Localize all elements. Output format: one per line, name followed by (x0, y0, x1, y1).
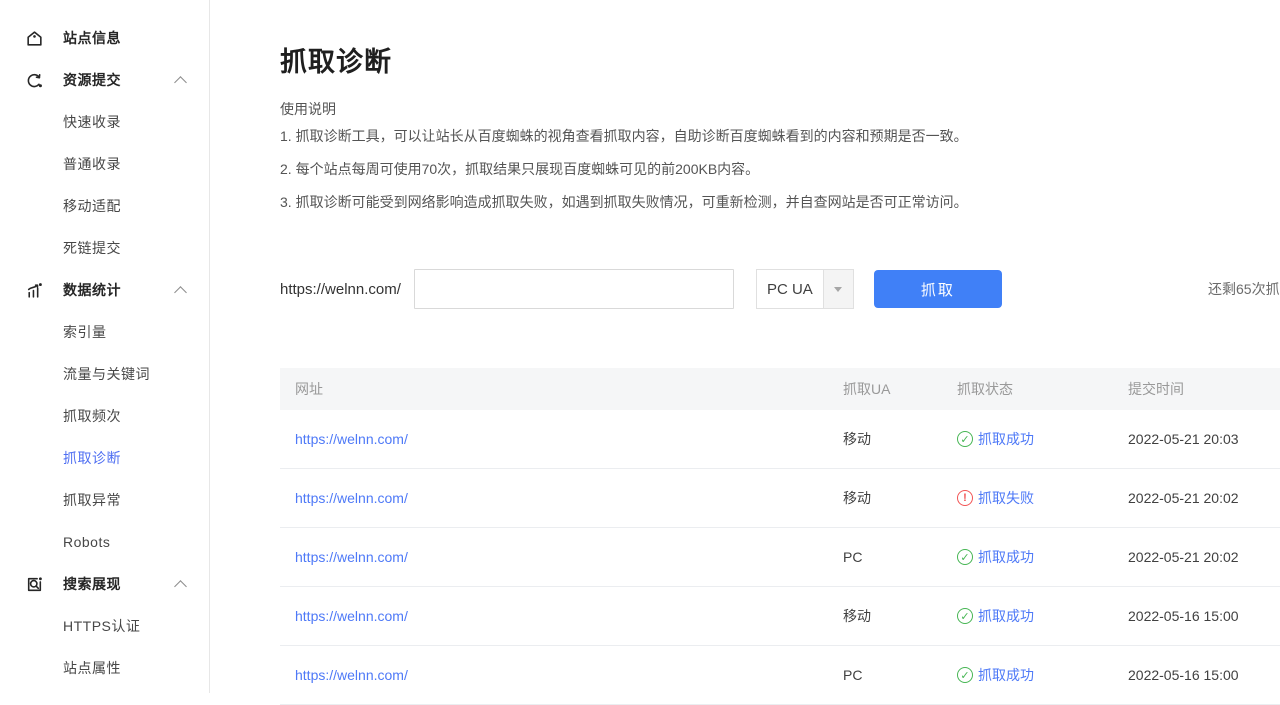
row-status-link[interactable]: 抓取成功 (978, 665, 1034, 685)
status-fail-icon (957, 490, 973, 506)
quota-remaining-text: 还剩65次抓取 (1208, 279, 1280, 299)
sidebar-item-site-attributes[interactable]: 站点属性 (0, 647, 209, 689)
chevron-up-icon[interactable] (174, 76, 187, 89)
row-ua: 移动 (843, 606, 957, 626)
sidebar-item-label: 资源提交 (63, 70, 121, 90)
fetch-form: https://welnn.com/ PC UA 抓取 还剩65次抓取 (280, 268, 1280, 310)
sidebar-item-https-cert[interactable]: HTTPS认证 (0, 605, 209, 647)
sidebar-item-label: 数据统计 (63, 280, 121, 300)
sidebar-item-data-stats[interactable]: 数据统计 (0, 269, 209, 311)
row-url-link[interactable]: https://welnn.com/ (295, 608, 408, 624)
fetch-button[interactable]: 抓取 (874, 270, 1002, 308)
fetch-results-table: 网址 抓取UA 抓取状态 提交时间 https://welnn.com/ 移动 … (280, 368, 1280, 705)
sidebar-item-robots[interactable]: Robots (0, 521, 209, 563)
row-submit-time: 2022-05-21 20:03 (1128, 431, 1280, 447)
column-header-time: 提交时间 (1128, 379, 1280, 399)
row-submit-time: 2022-05-16 15:00 (1128, 608, 1280, 624)
url-prefix-label: https://welnn.com/ (280, 281, 401, 298)
instruction-line: 2. 每个站点每周可使用70次，抓取结果只展现百度蜘蛛可见的前200KB内容。 (280, 153, 1280, 186)
row-status-link[interactable]: 抓取成功 (978, 606, 1034, 626)
triangle-down-icon (834, 287, 842, 292)
ua-dropdown-arrow[interactable] (823, 270, 853, 308)
status-success-icon (957, 549, 973, 565)
row-submit-time: 2022-05-21 20:02 (1128, 549, 1280, 565)
row-url-link[interactable]: https://welnn.com/ (295, 490, 408, 506)
row-status-link[interactable]: 抓取失败 (978, 488, 1034, 508)
sidebar-item-quick-inclusion[interactable]: 快速收录 (0, 101, 209, 143)
table-header-row: 网址 抓取UA 抓取状态 提交时间 (280, 368, 1280, 410)
row-status-link[interactable]: 抓取成功 (978, 547, 1034, 567)
table-row: https://welnn.com/ 移动 抓取失败 2022-05-21 20… (280, 469, 1280, 528)
page-title: 抓取诊断 (280, 44, 1280, 80)
chevron-up-icon[interactable] (174, 286, 187, 299)
sidebar-item-crawl-exception[interactable]: 抓取异常 (0, 479, 209, 521)
sidebar-item-label: 搜索展现 (63, 574, 121, 594)
sidebar-item-fetch-diagnosis[interactable]: 抓取诊断 (0, 437, 209, 479)
instructions-heading: 使用说明 (280, 98, 1280, 120)
table-row: https://welnn.com/ PC 抓取成功 2022-05-16 15… (280, 646, 1280, 705)
row-ua: PC (843, 549, 957, 565)
ua-selected-value: PC UA (757, 270, 823, 308)
sidebar-item-normal-inclusion[interactable]: 普通收录 (0, 143, 209, 185)
sidebar-item-label: 站点信息 (63, 28, 121, 48)
row-ua: 移动 (843, 429, 957, 449)
row-ua: 移动 (843, 488, 957, 508)
chevron-up-icon[interactable] (174, 580, 187, 593)
url-path-input[interactable] (414, 269, 734, 309)
resource-submit-icon (25, 71, 44, 90)
status-success-icon (957, 608, 973, 624)
column-header-status: 抓取状态 (957, 379, 1128, 399)
sidebar-item-traffic-keywords[interactable]: 流量与关键词 (0, 353, 209, 395)
status-success-icon (957, 431, 973, 447)
table-row: https://welnn.com/ PC 抓取成功 2022-05-21 20… (280, 528, 1280, 587)
main-content: 抓取诊断 使用说明 1. 抓取诊断工具，可以让站长从百度蜘蛛的视角查看抓取内容，… (210, 0, 1280, 693)
sidebar-item-mobile-adaptation[interactable]: 移动适配 (0, 185, 209, 227)
instruction-line: 3. 抓取诊断可能受到网络影响造成抓取失败，如遇到抓取失败情况，可重新检测，并自… (280, 186, 1280, 219)
table-row: https://welnn.com/ 移动 抓取成功 2022-05-21 20… (280, 410, 1280, 469)
sidebar-item-index-volume[interactable]: 索引量 (0, 311, 209, 353)
row-ua: PC (843, 667, 957, 683)
usage-instructions: 使用说明 1. 抓取诊断工具，可以让站长从百度蜘蛛的视角查看抓取内容，自助诊断百… (280, 98, 1280, 219)
sidebar-item-search-display[interactable]: 搜索展现 (0, 563, 209, 605)
row-status-link[interactable]: 抓取成功 (978, 429, 1034, 449)
table-row: https://welnn.com/ 移动 抓取成功 2022-05-16 15… (280, 587, 1280, 646)
data-stats-icon (25, 281, 44, 300)
row-submit-time: 2022-05-21 20:02 (1128, 490, 1280, 506)
sidebar-item-crawl-frequency[interactable]: 抓取频次 (0, 395, 209, 437)
instruction-line: 1. 抓取诊断工具，可以让站长从百度蜘蛛的视角查看抓取内容，自助诊断百度蜘蛛看到… (280, 120, 1280, 153)
column-header-url: 网址 (280, 379, 843, 399)
home-icon (25, 29, 44, 48)
row-url-link[interactable]: https://welnn.com/ (295, 431, 408, 447)
fetch-diagnosis-page: { "sidebar": { "items": [ {"label": "站点信… (0, 0, 1280, 693)
sidebar-item-site-info[interactable]: 站点信息 (0, 17, 209, 59)
search-display-icon (25, 575, 44, 594)
row-url-link[interactable]: https://welnn.com/ (295, 667, 408, 683)
sidebar-item-resource-submit[interactable]: 资源提交 (0, 59, 209, 101)
column-header-ua: 抓取UA (843, 379, 957, 399)
status-success-icon (957, 667, 973, 683)
row-submit-time: 2022-05-16 15:00 (1128, 667, 1280, 683)
sidebar: 站点信息 资源提交 快速收录 普通收录 移动适配 死链提交 (0, 0, 210, 693)
sidebar-item-dead-link-submit[interactable]: 死链提交 (0, 227, 209, 269)
ua-select[interactable]: PC UA (756, 269, 854, 309)
row-url-link[interactable]: https://welnn.com/ (295, 549, 408, 565)
